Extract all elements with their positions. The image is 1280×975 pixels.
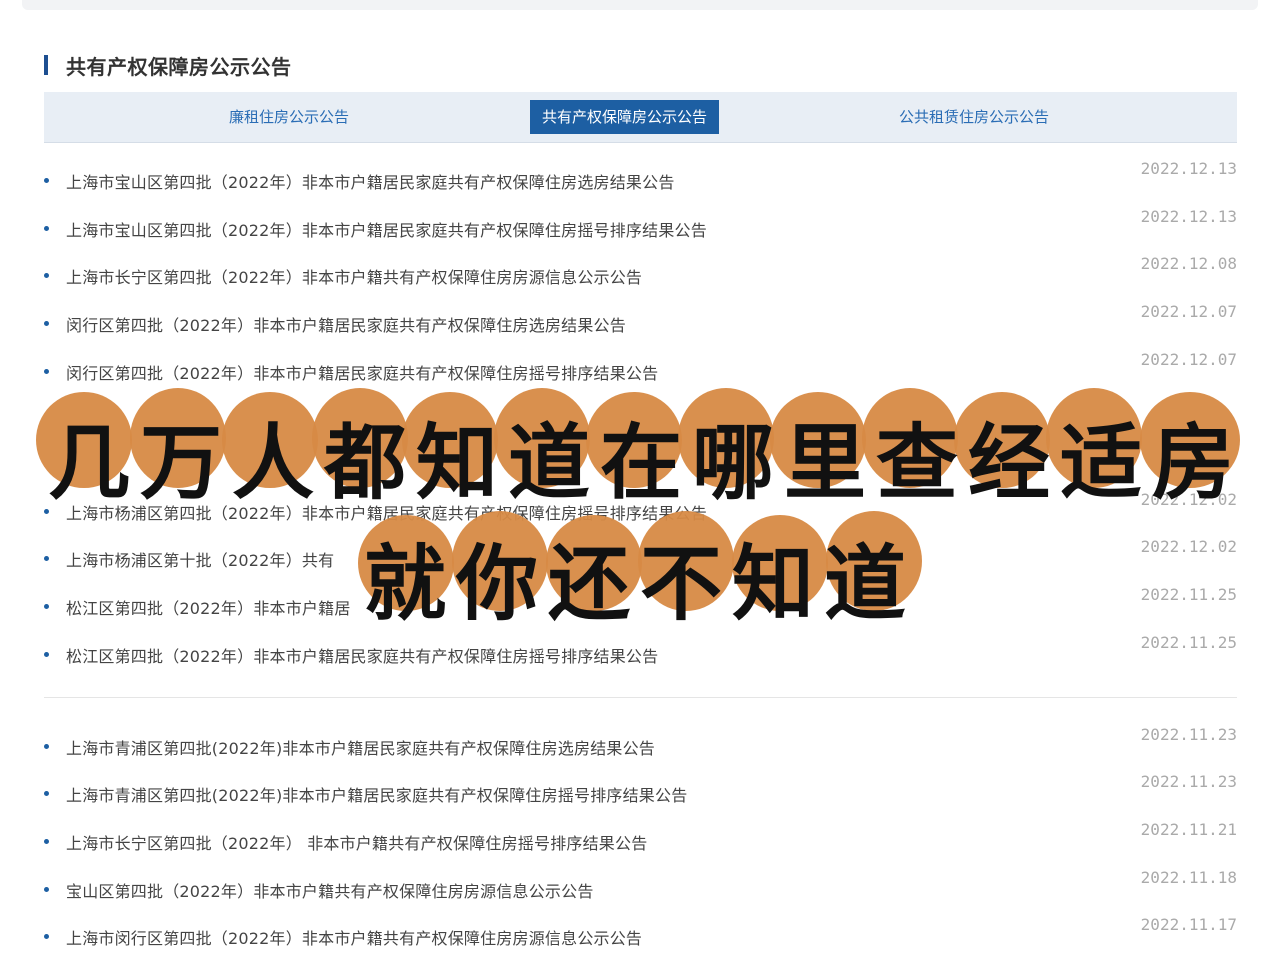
list-item[interactable]: 上海市青浦区第四批(2022年)非本市户籍居民家庭共有产权保障住房选房结果公告 2…: [44, 725, 1237, 762]
announcement-link[interactable]: 松江区第四批（2022年）非本市户籍居民家庭共有产权保障住房摇号排序结果公告: [66, 643, 658, 667]
announcement-link[interactable]: 上海市宝山区第四批（2022年）非本市户籍居民家庭共有产权保障住房选房结果公告: [66, 169, 675, 193]
list-item[interactable]: 上海市宝山区第四批（2022年）非本市户籍居民家庭共有产权保障住房选房结果公告 2…: [44, 159, 1237, 196]
top-bar: [22, 0, 1258, 10]
announcement-date: 2022.11.25: [1140, 585, 1237, 604]
announcement-link[interactable]: 闵行区第四批（2022年）非本市户籍居民家庭共有产权保障住房选房结果公告: [66, 312, 626, 336]
announcement-link[interactable]: 上海市长宁区第四批（2022年）非本市户籍共有产权保障住房房源信息公示公告: [66, 264, 642, 288]
announcement-date: 2022.12.07: [1140, 350, 1237, 369]
announcement-link[interactable]: 上海市青浦区第四批(2022年)非本市户籍居民家庭共有产权保障住房摇号排序结果公…: [66, 782, 687, 806]
list-item[interactable]: 松江区第四批（2022年）非本市户籍居民家庭共有产权保障住房摇号排序结果公告 20…: [44, 633, 1237, 670]
announcement-date: 2022.12.02: [1140, 537, 1237, 556]
caption-blob: [1140, 392, 1240, 488]
announcement-link[interactable]: 上海市杨浦区第十批（2022年）共有: [66, 547, 334, 571]
announcement-date: 2022.11.23: [1140, 725, 1237, 744]
announcement-date: 2022.12.13: [1140, 159, 1237, 178]
caption-blob: [678, 388, 774, 488]
list-item[interactable]: 上海市长宁区第四批（2022年） 非本市户籍共有产权保障住房摇号排序结果公告 20…: [44, 820, 1237, 857]
caption-blob: [1046, 388, 1142, 488]
list-item[interactable]: 松江区第四批（2022年）非本市户籍居 2022.11.25: [44, 585, 1237, 622]
announcement-link[interactable]: 上海市青浦区第四批(2022年)非本市户籍居民家庭共有产权保障住房选房结果公告: [66, 735, 655, 759]
tab-public-rental-housing[interactable]: 公共租赁住房公示公告: [899, 100, 1049, 134]
announcement-date: 2022.11.23: [1140, 772, 1237, 791]
announcement-link[interactable]: 松江区第四批（2022年）非本市户籍居: [66, 595, 351, 619]
section-accent-bar: [44, 55, 48, 75]
caption-blob: [312, 388, 408, 488]
list-item[interactable]: 上海市宝山区第四批（2022年）非本市户籍居民家庭共有产权保障住房摇号排序结果公…: [44, 207, 1237, 244]
bullet-icon: [44, 273, 49, 278]
bullet-icon: [44, 604, 49, 609]
announcement-date: 2022.12.13: [1140, 207, 1237, 226]
announcement-link[interactable]: 上海市长宁区第四批（2022年） 非本市户籍共有产权保障住房摇号排序结果公告: [66, 830, 647, 854]
announcement-link[interactable]: 宝山区第四批（2022年）非本市户籍共有产权保障住房房源信息公示公告: [66, 878, 594, 902]
caption-blob: [586, 392, 682, 488]
announcement-date: 2022.12.08: [1140, 254, 1237, 273]
announcement-link[interactable]: 闵行区第四批（2022年）非本市户籍居民家庭共有产权保障住房摇号排序结果公告: [66, 360, 658, 384]
announcement-date: 2022.11.17: [1140, 915, 1237, 934]
bullet-icon: [44, 839, 49, 844]
tab-shared-ownership-housing[interactable]: 共有产权保障房公示公告: [530, 100, 720, 134]
bullet-icon: [44, 509, 49, 514]
bullet-icon: [44, 369, 49, 374]
list-item[interactable]: 上海市长宁区第四批（2022年）非本市户籍共有产权保障住房房源信息公示公告 202…: [44, 254, 1237, 291]
bullet-icon: [44, 744, 49, 749]
announcement-date: 2022.12.02: [1140, 490, 1237, 509]
announcement-link[interactable]: 上海市杨浦区第四批（2022年）非本市户籍居民家庭共有产权保障住房摇号排序结果公…: [66, 500, 707, 524]
list-item[interactable]: 闵行区第四批（2022年）非本市户籍居民家庭共有产权保障住房选房结果公告 2022…: [44, 302, 1237, 339]
announcement-link[interactable]: 上海市闵行区第四批（2022年）非本市户籍共有产权保障住房房源信息公示公告: [66, 925, 642, 949]
bullet-icon: [44, 178, 49, 183]
announcement-date: 2022.11.18: [1140, 868, 1237, 887]
caption-blob: [402, 392, 498, 488]
announcement-date: 2022.11.25: [1140, 633, 1237, 652]
caption-blob: [862, 388, 958, 488]
bullet-icon: [44, 556, 49, 561]
caption-blob: [954, 392, 1050, 488]
announcement-link[interactable]: 上海市宝山区第四批（2022年）非本市户籍居民家庭共有产权保障住房摇号排序结果公…: [66, 217, 707, 241]
bullet-icon: [44, 934, 49, 939]
list-item[interactable]: 闵行区第四批（2022年）非本市户籍居民家庭共有产权保障住房摇号排序结果公告 20…: [44, 350, 1237, 387]
list-divider: [44, 697, 1237, 698]
announcement-date: 2022.12.07: [1140, 302, 1237, 321]
list-item[interactable]: 宝山区第四批（2022年）非本市户籍共有产权保障住房房源信息公示公告 2022.1…: [44, 868, 1237, 905]
caption-blob: [222, 392, 318, 488]
caption-blob: [130, 388, 226, 488]
tab-bar: 廉租住房公示公告 共有产权保障房公示公告 公共租赁住房公示公告: [44, 92, 1237, 143]
bullet-icon: [44, 791, 49, 796]
section-header: 共有产权保障房公示公告: [44, 52, 292, 79]
caption-blob: [494, 388, 590, 488]
caption-blob: [36, 392, 132, 488]
bullet-icon: [44, 887, 49, 892]
bullet-icon: [44, 652, 49, 657]
section-title: 共有产权保障房公示公告: [66, 54, 292, 79]
bullet-icon: [44, 321, 49, 326]
list-item[interactable]: 上海市杨浦区第四批（2022年）非本市户籍居民家庭共有产权保障住房摇号排序结果公…: [44, 490, 1237, 527]
list-item[interactable]: 上海市杨浦区第十批（2022年）共有 2022.12.02: [44, 537, 1237, 574]
caption-blob: [770, 392, 866, 488]
list-item[interactable]: 上海市青浦区第四批(2022年)非本市户籍居民家庭共有产权保障住房摇号排序结果公…: [44, 772, 1237, 809]
list-item[interactable]: 上海市闵行区第四批（2022年）非本市户籍共有产权保障住房房源信息公示公告 202…: [44, 915, 1237, 952]
bullet-icon: [44, 226, 49, 231]
tab-low-rent-housing[interactable]: 廉租住房公示公告: [229, 100, 349, 134]
announcement-date: 2022.11.21: [1140, 820, 1237, 839]
